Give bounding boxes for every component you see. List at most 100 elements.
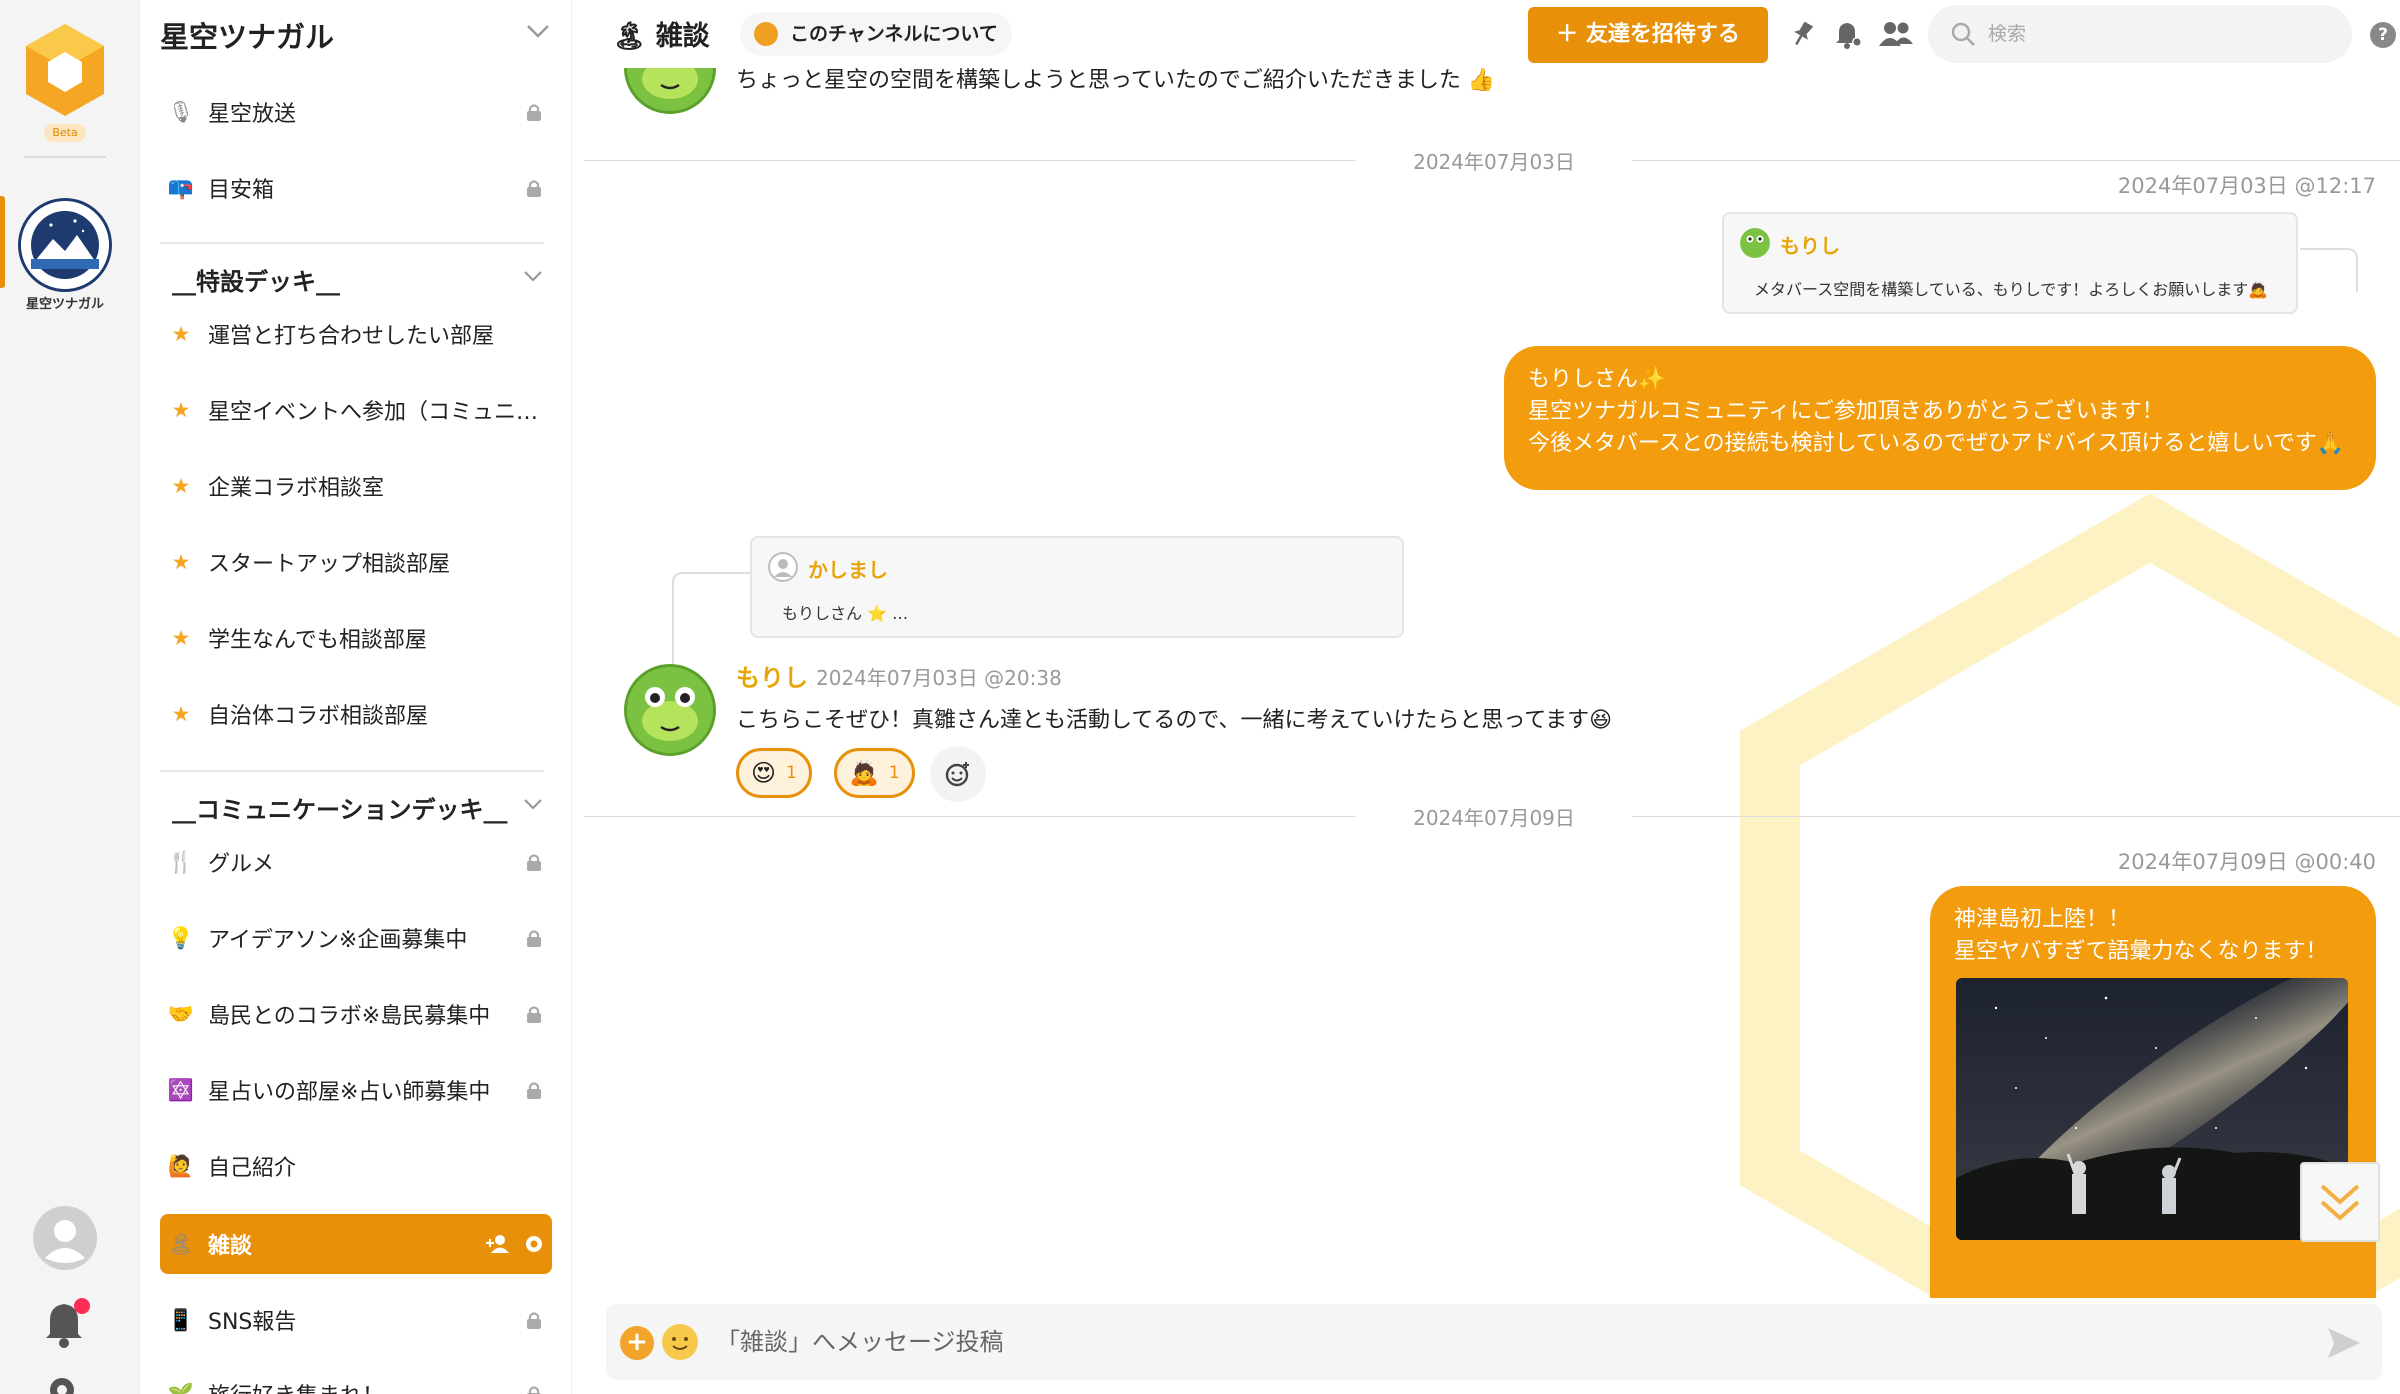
add-member-icon[interactable]	[480, 1226, 516, 1262]
outgoing-message-bubble[interactable]: もりしさん✨ 星空ツナガルコミュニティにご参加頂きありがとうございます！ 今後メ…	[1504, 346, 2376, 490]
lock-icon	[516, 1302, 552, 1338]
app-window: Beta 星空ツナガル 星空ツナガル 🎙 星空放送 📪 目安箱 __特設デッキ_…	[0, 0, 2400, 1394]
heart-eyes-emoji-icon: 😍	[751, 759, 777, 787]
date-label: 2024年07月09日	[1413, 806, 1575, 830]
message-timestamp: 2024年07月09日 @00:40	[2117, 850, 2376, 874]
person-raising-hand-icon: 🙋	[167, 1153, 195, 1178]
add-reaction-button[interactable]	[930, 746, 986, 802]
quote-text: メタバース空間を構築している、もりしです！よろしくお願いします🙇	[1754, 280, 2269, 299]
channel-item[interactable]: ★ スタートアップ相談部屋	[160, 534, 552, 590]
star-icon: ★	[171, 626, 191, 650]
about-channel-button[interactable]: このチャンネルについて	[740, 12, 1012, 56]
channel-label: 自己紹介	[208, 1156, 297, 1181]
help-icon[interactable]: ?	[2370, 22, 2396, 48]
server-rail: Beta 星空ツナガル	[0, 0, 140, 1394]
search-input[interactable]	[1988, 15, 2328, 53]
section-title[interactable]: __特設デッキ__	[172, 262, 340, 297]
divider-line	[584, 160, 1356, 161]
message-line: 星空ツナガルコミュニティにご参加頂きありがとうございます！	[1528, 399, 2164, 424]
message-author[interactable]: もりし	[736, 658, 808, 693]
channel-item[interactable]: ★ 学生なんでも相談部屋	[160, 610, 552, 666]
emoji-picker-icon[interactable]	[662, 1324, 698, 1360]
reaction-count: 1	[888, 763, 900, 783]
section-divider	[160, 770, 544, 772]
search-box[interactable]	[1928, 5, 2352, 63]
frog-avatar-icon	[627, 68, 713, 111]
message-timestamp: 2024年07月03日 @12:17	[2117, 174, 2376, 198]
channel-item[interactable]: 📪 目安箱	[160, 160, 552, 216]
user-avatar-frog[interactable]	[624, 664, 716, 756]
star-icon: ★	[171, 550, 191, 574]
chevron-down-icon[interactable]	[524, 22, 552, 42]
message-list[interactable]: ちょっと星空の空間を構築しようと思っていたのでご紹介いただきました 👍 2024…	[580, 68, 2400, 1298]
channel-label: スタートアップ相談部屋	[208, 552, 451, 577]
members-icon[interactable]	[1878, 18, 1914, 50]
notifications-bell-icon[interactable]	[40, 1296, 90, 1350]
channel-item[interactable]: 🔯 星占いの部屋※占い師募集中	[160, 1062, 552, 1118]
server-name: 星空ツナガル	[25, 297, 104, 312]
channel-item[interactable]: 🤝 島民とのコラボ※島民募集中	[160, 986, 552, 1042]
message-text: こちらこそぜひ！真雛さん達とも活動してるので、一緒に考えていけたらと思ってます😆	[736, 708, 1613, 733]
channel-item[interactable]: 🙋 自己紹介	[160, 1138, 552, 1194]
section-title[interactable]: __コミュニケーションデッキ__	[172, 790, 508, 825]
milky-way-photo-image	[1956, 978, 2348, 1240]
date-divider: 2024年07月09日	[580, 802, 2400, 832]
user-avatar[interactable]	[33, 1206, 97, 1270]
settings-gear-icon[interactable]	[44, 1372, 80, 1394]
send-icon[interactable]	[2324, 1324, 2364, 1362]
reply-quote[interactable]: もりし メタバース空間を構築している、もりしです！よろしくお願いします🙇	[1722, 212, 2298, 314]
channel-item[interactable]: 📱 SNS報告	[160, 1292, 552, 1348]
section-divider	[160, 242, 544, 244]
quote-author: もりし	[1780, 234, 1840, 258]
channel-label: 島民とのコラボ※島民募集中	[208, 1004, 491, 1029]
quote-text: もりしさん ⭐ …	[782, 604, 909, 623]
beta-badge: Beta	[44, 124, 86, 142]
server-emblem-icon	[21, 201, 109, 289]
island-icon: 🏝	[612, 21, 656, 52]
chevron-down-icon[interactable]	[522, 268, 544, 284]
invite-friends-button[interactable]: ＋ 友達を招待する	[1528, 7, 1768, 63]
search-icon	[1951, 22, 1975, 46]
lock-icon	[516, 94, 552, 130]
zodiac-icon: 🔯	[167, 1077, 195, 1102]
pin-icon[interactable]	[1786, 18, 1818, 50]
channel-item[interactable]: 🌱 旅行好き集まれ！	[160, 1366, 552, 1394]
channel-label: 星空イベントへ参加（コミュニティ…	[208, 400, 552, 425]
lock-icon	[516, 1376, 552, 1394]
notification-settings-bell-icon[interactable]	[1832, 18, 1864, 50]
message-input[interactable]	[716, 1320, 2276, 1364]
channel-item[interactable]: ★ 運営と打ち合わせしたい部屋	[160, 306, 552, 362]
user-avatar-frog[interactable]	[624, 68, 716, 114]
channel-item[interactable]: 💡 アイデアソン※企画募集中	[160, 910, 552, 966]
double-chevron-down-icon	[2320, 1184, 2360, 1221]
channel-item[interactable]: ★ 自治体コラボ相談部屋	[160, 686, 552, 742]
lock-icon	[516, 844, 552, 880]
reply-quote[interactable]: かしまし もりしさん ⭐ …	[750, 536, 1404, 638]
channel-item[interactable]: ★ 星空イベントへ参加（コミュニティ…	[160, 382, 552, 438]
date-label: 2024年07月03日	[1413, 150, 1575, 174]
channel-item[interactable]: 🍴 グルメ	[160, 834, 552, 890]
channel-header: 🏝 雑談 このチャンネルについて ＋ 友達を招待する ?	[572, 0, 2400, 68]
default-avatar-icon	[768, 552, 798, 582]
star-icon: ★	[171, 398, 191, 422]
server-title[interactable]: 星空ツナガル	[160, 14, 334, 56]
channel-item[interactable]: ★ 企業コラボ相談室	[160, 458, 552, 514]
message-text: ちょっと星空の空間を構築しようと思っていたのでご紹介いただきました 👍	[736, 68, 1496, 93]
app-logo-icon[interactable]	[22, 20, 108, 120]
channel-item[interactable]: 🎙 星空放送	[160, 84, 552, 140]
message-line: 今後メタバースとの接続も検討しているのでぜひアドバイス頂けると嬉しいです🙏	[1528, 431, 2345, 456]
channel-label: 旅行好き集まれ！	[202, 1378, 516, 1394]
attach-plus-button[interactable]: +	[620, 1326, 654, 1360]
channel-label: アイデアソン※企画募集中	[208, 928, 468, 953]
star-icon: ★	[171, 474, 191, 498]
attached-photo[interactable]	[1956, 978, 2348, 1240]
divider-line	[584, 816, 1356, 817]
reaction-chip[interactable]: 😍 1	[736, 748, 812, 798]
lock-icon	[516, 1072, 552, 1108]
channel-item-active[interactable]: 🏝 雑談	[160, 1214, 552, 1274]
channel-settings-gear-icon[interactable]	[516, 1226, 552, 1262]
scroll-to-bottom-button[interactable]	[2300, 1162, 2380, 1242]
server-icon[interactable]	[18, 198, 112, 292]
chevron-down-icon[interactable]	[522, 796, 544, 812]
reaction-chip[interactable]: 🙇 1	[834, 748, 915, 798]
